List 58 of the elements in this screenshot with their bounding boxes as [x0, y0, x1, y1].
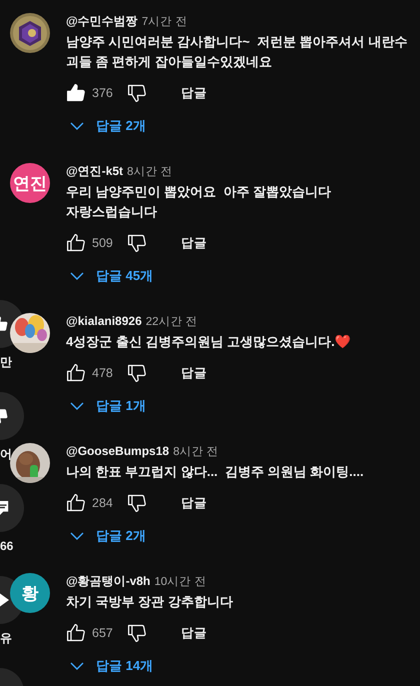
action-label: 유	[0, 630, 12, 646]
dislike-button[interactable]	[126, 363, 147, 383]
timestamp: 8시간 전	[127, 165, 173, 180]
dislike-button[interactable]	[126, 233, 147, 253]
share-icon	[0, 592, 9, 608]
thumbs-up-icon	[66, 83, 86, 103]
like-button[interactable]: 478	[66, 363, 113, 383]
replies-toggle[interactable]: 답글 2개	[66, 110, 146, 142]
reply-button[interactable]: 답글	[172, 490, 215, 516]
thumbs-up-icon	[66, 233, 86, 253]
username[interactable]: @GooseBumps18	[66, 442, 170, 460]
timestamp: 22시간 전	[146, 315, 198, 330]
reply-button[interactable]: 답글	[172, 80, 215, 106]
thumbs-up-icon	[66, 493, 86, 513]
like-button[interactable]: 657	[66, 623, 113, 643]
username[interactable]: @kialani8926	[66, 312, 142, 330]
chevron-down-icon	[70, 402, 84, 410]
username[interactable]: @연진-k5t	[66, 162, 124, 180]
comment-text: 차기 국방부 장관 강추합니다	[66, 593, 234, 611]
chevron-down-icon	[70, 532, 84, 540]
avatar[interactable]: 연진	[10, 163, 50, 203]
replies-toggle[interactable]: 답글 2개	[66, 520, 146, 552]
replies-toggle[interactable]: 답글 1개	[66, 390, 146, 422]
comment-text: 나의 한표 부끄럽지 않다... 김병주 의원님 화이팅....	[66, 463, 365, 481]
thumbs-up-icon	[66, 623, 86, 643]
thumbs-down-icon	[126, 233, 147, 253]
chevron-down-icon	[70, 662, 84, 670]
reply-button[interactable]: 답글	[172, 360, 215, 386]
action-label: 66	[0, 538, 14, 554]
like-button[interactable]: 509	[66, 233, 113, 253]
thumbs-down-icon	[126, 493, 147, 513]
replies-toggle[interactable]: 답글 14개	[66, 650, 154, 682]
replies-toggle[interactable]: 답글 45개	[66, 260, 154, 292]
comment-text: 우리 남양주민이 뽑았어요 아주 잘뽑았습니다 자랑스럽습니다	[66, 183, 332, 221]
timestamp: 7시간 전	[142, 15, 188, 30]
dislike-button[interactable]	[126, 493, 147, 513]
thumbs-down-icon	[126, 83, 147, 103]
dislike-button[interactable]	[126, 623, 147, 643]
chevron-down-icon	[70, 122, 84, 130]
timestamp: 10시간 전	[154, 575, 206, 590]
reply-button[interactable]: 답글	[172, 230, 215, 256]
thumbs-down-icon	[126, 623, 147, 643]
like-button[interactable]: 376	[66, 83, 113, 103]
action-label: 만	[0, 354, 12, 370]
dislike-button[interactable]	[126, 83, 147, 103]
timestamp: 8시간 전	[173, 445, 219, 460]
action-label: 어	[0, 446, 12, 462]
thumbs-down-icon	[126, 363, 147, 383]
comment-text: 4성장군 출신 김병주의원님 고생많으셨습니다.❤	[66, 333, 352, 351]
username[interactable]: @수민수범짱	[66, 12, 138, 30]
thumbs-up-icon	[66, 363, 86, 383]
chevron-down-icon	[70, 272, 84, 280]
avatar[interactable]: 황	[10, 573, 50, 613]
comment-icon	[0, 499, 9, 517]
username[interactable]: @황곰탱이-v8h	[66, 572, 150, 590]
reply-button[interactable]: 답글	[172, 620, 215, 646]
comment-text: 남양주 시민여러분 감사합니다~ 저런분 뽑아주셔서 내란수괴들 좀 편하게 잡아들일수있겠네요	[66, 33, 408, 71]
like-button[interactable]: 284	[66, 493, 113, 513]
